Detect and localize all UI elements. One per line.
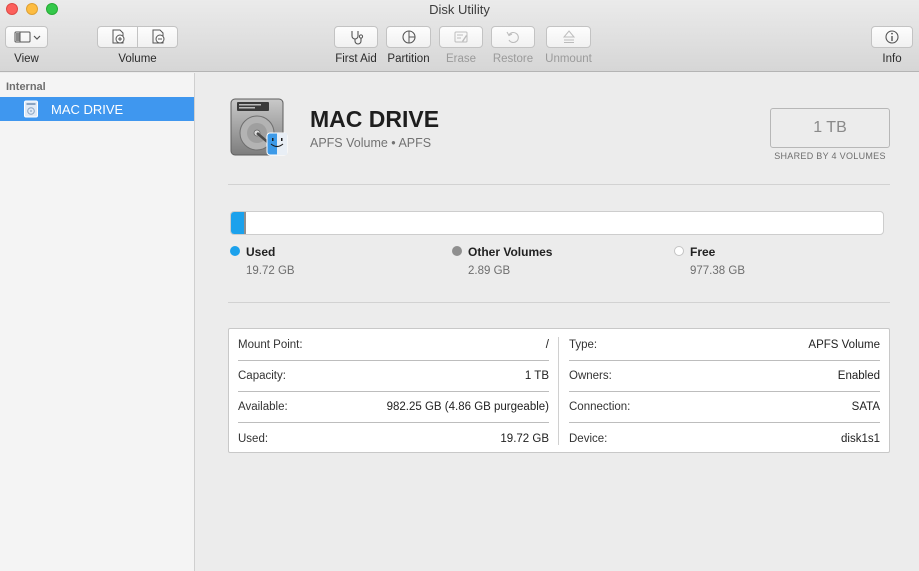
erase-label: Erase: [445, 53, 477, 65]
add-volume-button[interactable]: [97, 26, 138, 48]
legend-used-value: 19.72 GB: [246, 265, 295, 277]
unmount-label: Unmount: [545, 53, 592, 65]
info-key: Device:: [569, 432, 608, 445]
usage-used-segment: [231, 212, 244, 234]
legend-used-name: Used: [246, 245, 276, 259]
view-button[interactable]: [5, 26, 48, 48]
drive-icon: [24, 100, 38, 118]
first-aid-label: First Aid: [335, 53, 377, 65]
add-volume-icon: [112, 29, 124, 44]
volume-name: MAC DRIVE: [310, 106, 440, 132]
info-row-owners: Owners: Enabled: [569, 361, 880, 392]
hard-drive-icon: [230, 98, 288, 156]
info-value: 982.25 GB (4.86 GB purgeable): [386, 401, 549, 413]
info-value: 19.72 GB: [500, 432, 549, 445]
volume-label: Volume: [118, 53, 157, 65]
info-icon: [885, 30, 899, 44]
first-aid-button[interactable]: [334, 26, 378, 48]
info-row-type: Type: APFS Volume: [569, 330, 880, 361]
legend-other-value: 2.89 GB: [468, 265, 511, 277]
stethoscope-icon: [351, 31, 364, 45]
info-key: Capacity:: [238, 370, 286, 382]
sidebar: Internal MAC DRIVE: [0, 73, 195, 571]
info-row-device: Device: disk1s1: [569, 423, 880, 454]
main-pane: MAC DRIVE APFS Volume • APFS 1 TB SHARED…: [196, 73, 919, 571]
partition-button[interactable]: [386, 26, 431, 48]
info-key: Used:: [238, 432, 269, 445]
info-value: SATA: [851, 401, 880, 413]
info-value: APFS Volume: [808, 339, 880, 351]
sidebar-item-label: MAC DRIVE: [51, 101, 124, 117]
info-value: 1 TB: [524, 370, 549, 382]
remove-volume-button[interactable]: [137, 26, 178, 48]
legend-free-name: Free: [690, 245, 716, 259]
info-row-used: Used: 19.72 GB: [238, 423, 549, 454]
divider-top: [228, 184, 890, 185]
info-value: disk1s1: [841, 432, 880, 445]
sidebar-item-mac-drive[interactable]: MAC DRIVE: [0, 97, 194, 121]
restore-label: Restore: [492, 53, 534, 65]
usage-bar: [230, 211, 884, 235]
sidebar-section-internal: Internal: [6, 81, 46, 93]
volume-subtitle: APFS Volume • APFS: [310, 136, 432, 150]
capacity-box: 1 TB: [770, 108, 890, 148]
info-key: Type:: [569, 339, 598, 351]
info-row-available: Available: 982.25 GB (4.86 GB purgeable): [238, 392, 549, 423]
legend-other-name: Other Volumes: [468, 245, 553, 259]
toolbar: Disk Utility View Volume First Aid Parti…: [0, 0, 919, 72]
info-value: Enabled: [837, 370, 880, 382]
other-color-dot: [452, 246, 462, 256]
remove-volume-icon: [152, 29, 164, 44]
window-title: Disk Utility: [429, 2, 490, 17]
info-key: Mount Point:: [238, 339, 303, 351]
info-key: Connection:: [569, 401, 631, 413]
legend-free-value: 977.38 GB: [690, 265, 745, 277]
info-key: Owners:: [569, 370, 612, 382]
info-column-left: Mount Point: / Capacity: 1 TB Available:…: [238, 329, 549, 452]
info-row-mount-point: Mount Point: /: [238, 330, 549, 361]
restore-arrow-icon: [506, 31, 519, 44]
partition-pie-icon: [401, 30, 416, 44]
usage-other-segment: [244, 212, 246, 234]
view-label: View: [14, 53, 39, 65]
unmount-button[interactable]: [546, 26, 591, 48]
eject-icon: [562, 30, 575, 43]
sidebar-view-icon: [14, 31, 40, 43]
info-key: Available:: [238, 401, 288, 413]
info-button[interactable]: [871, 26, 913, 48]
capacity-note: SHARED BY 4 VOLUMES: [774, 151, 886, 161]
info-row-capacity: Capacity: 1 TB: [238, 361, 549, 392]
info-row-connection: Connection: SATA: [569, 392, 880, 423]
free-color-dot: [674, 246, 684, 256]
volume-info-table: Mount Point: / Capacity: 1 TB Available:…: [228, 328, 890, 453]
info-column-right: Type: APFS Volume Owners: Enabled Connec…: [569, 329, 880, 452]
divider-middle: [228, 302, 890, 303]
info-label: Info: [882, 53, 902, 65]
erase-icon: [454, 31, 468, 43]
info-column-separator: [558, 337, 559, 445]
restore-button[interactable]: [491, 26, 535, 48]
info-value: /: [545, 339, 549, 351]
used-color-dot: [230, 246, 240, 256]
erase-button[interactable]: [439, 26, 483, 48]
partition-label: Partition: [387, 53, 430, 65]
